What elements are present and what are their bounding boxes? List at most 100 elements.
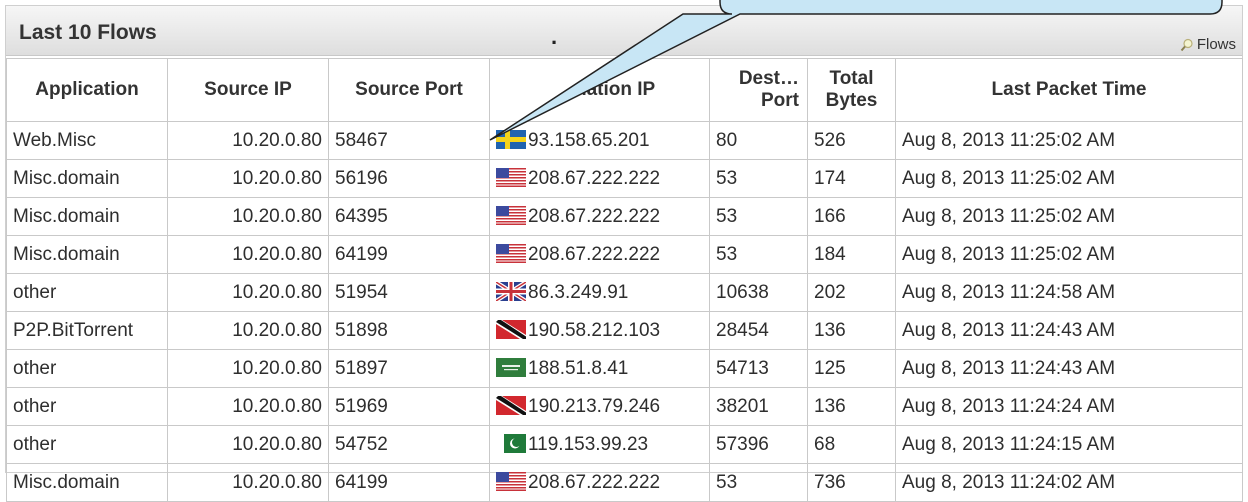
- cell-source-ip: 10.20.0.80: [167, 159, 329, 198]
- cell-source-port: 51898: [328, 311, 490, 350]
- cell-source-ip: 10.20.0.80: [167, 463, 329, 502]
- table-row[interactable]: other 10.20.0.80 51954 86.3.249.91 10638 202 A…: [6, 273, 1243, 312]
- cell-total-bytes: 202: [807, 273, 896, 312]
- cell-application: Misc.domain: [6, 235, 168, 274]
- table-row[interactable]: Misc.domain 10.20.0.80 64199 208.67.222.222…: [6, 235, 1243, 274]
- col-header-last-packet-time[interactable]: Last Packet Time: [895, 58, 1243, 122]
- cell-last-packet-time: Aug 8, 2013 11:25:02 AM: [895, 235, 1243, 274]
- dest-port-label-2: Port: [761, 90, 799, 111]
- cell-source-port: 64199: [328, 235, 490, 274]
- destination-ip-value: 208.67.222.222: [528, 205, 661, 227]
- destination-ip-value: 86.3.249.91: [528, 281, 629, 303]
- cell-destination-ip: 208.67.222.222: [489, 197, 710, 236]
- cell-total-bytes: 174: [807, 159, 896, 198]
- cell-last-packet-time: Aug 8, 2013 11:24:02 AM: [895, 463, 1243, 502]
- cell-source-port: 58467: [328, 121, 490, 160]
- table-row[interactable]: Misc.domain 10.20.0.80 64395 208.67.222.222…: [6, 197, 1243, 236]
- panel-header: Last 10 Flows . Flows: [6, 6, 1242, 56]
- cell-destination-ip: 119.153.99.23: [489, 425, 710, 464]
- cell-destination-ip: 190.213.79.246: [489, 387, 710, 426]
- cell-destination-ip: 188.51.8.41: [489, 349, 710, 388]
- destination-ip-value: 190.213.79.246: [528, 395, 661, 417]
- country-flag-us-icon: [496, 243, 526, 263]
- cell-last-packet-time: Aug 8, 2013 11:24:15 AM: [895, 425, 1243, 464]
- flows-table-body: Web.Misc 10.20.0.80 58467 93.158.65.201 80 52…: [6, 121, 1243, 502]
- cell-source-ip: 10.20.0.80: [167, 349, 329, 388]
- cell-dest-port: 53: [709, 159, 808, 198]
- cell-destination-ip: 190.58.212.103: [489, 311, 710, 350]
- cell-destination-ip: 208.67.222.222: [489, 159, 710, 198]
- cell-source-port: 64395: [328, 197, 490, 236]
- country-flag-us-icon: [496, 205, 526, 225]
- destination-ip-value: 208.67.222.222: [528, 167, 661, 189]
- cell-destination-ip: 93.158.65.201: [489, 121, 710, 160]
- cell-application: Misc.domain: [6, 159, 168, 198]
- cell-source-ip: 10.20.0.80: [167, 235, 329, 274]
- cell-source-ip: 10.20.0.80: [167, 311, 329, 350]
- col-header-source-ip[interactable]: Source IP: [167, 58, 329, 122]
- cell-destination-ip: 86.3.249.91: [489, 273, 710, 312]
- col-header-application[interactable]: Application: [6, 58, 168, 122]
- cell-dest-port: 28454: [709, 311, 808, 350]
- cell-total-bytes: 68: [807, 425, 896, 464]
- table-row[interactable]: other 10.20.0.80 51969 190.213.79.246 38201 1…: [6, 387, 1243, 426]
- cell-last-packet-time: Aug 8, 2013 11:24:43 AM: [895, 311, 1243, 350]
- cell-source-port: 51954: [328, 273, 490, 312]
- magnifier-icon: [1180, 38, 1193, 51]
- cell-application: P2P.BitTorrent: [6, 311, 168, 350]
- cell-total-bytes: 526: [807, 121, 896, 160]
- cell-source-port: 51969: [328, 387, 490, 426]
- cell-last-packet-time: Aug 8, 2013 11:25:02 AM: [895, 159, 1243, 198]
- cell-source-port: 54752: [328, 425, 490, 464]
- col-header-destination-ip[interactable]: nation IP: [489, 58, 710, 122]
- table-header-row: Application Source IP Source Port nation…: [6, 58, 1243, 122]
- panel-title: Last 10 Flows: [19, 21, 157, 44]
- total-bytes-label-1: Total: [829, 68, 874, 90]
- flows-link[interactable]: Flows: [1180, 36, 1236, 53]
- col-header-source-port[interactable]: Source Port: [328, 58, 490, 122]
- dest-port-label-1: Dest…: [738, 68, 799, 90]
- country-flag-us-icon: [496, 167, 526, 187]
- cell-dest-port: 54713: [709, 349, 808, 388]
- cell-dest-port: 38201: [709, 387, 808, 426]
- country-flag-sa-icon: [496, 357, 526, 377]
- cell-last-packet-time: Aug 8, 2013 11:25:02 AM: [895, 197, 1243, 236]
- table-row[interactable]: other 10.20.0.80 51897 188.51.8.41 54713 125 A…: [6, 349, 1243, 388]
- country-flag-tt-icon: [496, 395, 526, 415]
- cell-last-packet-time: Aug 8, 2013 11:24:43 AM: [895, 349, 1243, 388]
- last-flows-panel: Last 10 Flows . Flows Application Source…: [5, 5, 1243, 502]
- destination-ip-value: 119.153.99.23: [528, 433, 649, 455]
- cell-source-ip: 10.20.0.80: [167, 197, 329, 236]
- cell-application: other: [6, 387, 168, 426]
- cell-dest-port: 10638: [709, 273, 808, 312]
- table-row[interactable]: Web.Misc 10.20.0.80 58467 93.158.65.201 80 52…: [6, 121, 1243, 160]
- table-row[interactable]: Misc.domain 10.20.0.80 64199 208.67.222.222…: [6, 463, 1243, 502]
- cell-total-bytes: 136: [807, 387, 896, 426]
- cell-dest-port: 53: [709, 463, 808, 502]
- cell-source-ip: 10.20.0.80: [167, 387, 329, 426]
- col-header-total-bytes[interactable]: Total Bytes: [807, 58, 896, 122]
- country-flag-tt-icon: [496, 319, 526, 339]
- country-flag-us-icon: [496, 471, 526, 491]
- cell-source-port: 51897: [328, 349, 490, 388]
- cell-source-ip: 10.20.0.80: [167, 425, 329, 464]
- cell-source-port: 64199: [328, 463, 490, 502]
- cell-dest-port: 80: [709, 121, 808, 160]
- flows-table: Application Source IP Source Port nation…: [6, 58, 1243, 502]
- cell-application: Web.Misc: [6, 121, 168, 160]
- table-row[interactable]: P2P.BitTorrent 10.20.0.80 51898 190.58.212.…: [6, 311, 1243, 350]
- destination-ip-value: 188.51.8.41: [528, 357, 629, 379]
- header-dot: .: [551, 24, 558, 49]
- table-row[interactable]: other 10.20.0.80 54752 119.153.99.23 57396 68…: [6, 425, 1243, 464]
- col-header-dest-port[interactable]: Dest… Port: [709, 58, 808, 122]
- cell-application: other: [6, 273, 168, 312]
- cell-last-packet-time: Aug 8, 2013 11:25:02 AM: [895, 121, 1243, 160]
- cell-destination-ip: 208.67.222.222: [489, 463, 710, 502]
- table-row[interactable]: Misc.domain 10.20.0.80 56196 208.67.222.222…: [6, 159, 1243, 198]
- cell-total-bytes: 136: [807, 311, 896, 350]
- country-flag-gb-icon: [496, 281, 526, 301]
- cell-destination-ip: 208.67.222.222: [489, 235, 710, 274]
- flows-link-label[interactable]: Flows: [1197, 36, 1236, 53]
- cell-application: Misc.domain: [6, 197, 168, 236]
- cell-total-bytes: 166: [807, 197, 896, 236]
